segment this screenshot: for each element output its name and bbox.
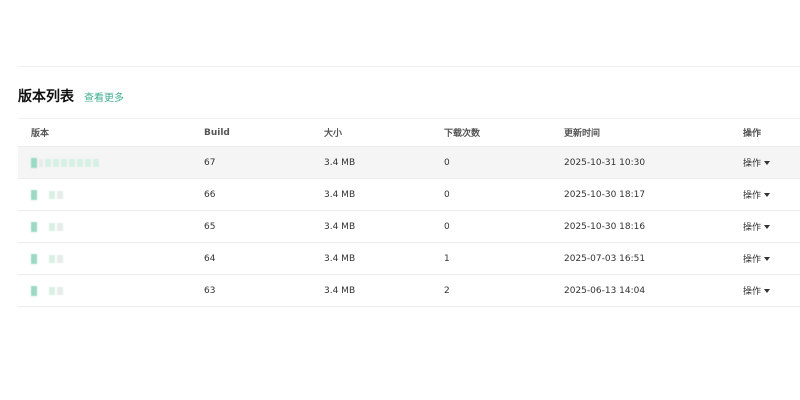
actions-cell: 操作 [743,243,771,274]
caret-down-icon [764,256,771,261]
actions-dropdown[interactable]: 操作 [743,188,771,201]
section-header: 版本列表 查看更多 [18,86,124,106]
header-build: Build [204,127,230,138]
build-cell: 67 [204,157,216,168]
actions-dropdown[interactable]: 操作 [743,220,771,233]
downloads-cell: 0 [444,189,450,200]
redacted-version-name [31,157,99,168]
actions-label: 操作 [743,223,762,233]
table-row: 67 3.4 MB 0 2025-10-31 10:30 操作 [18,147,800,179]
actions-label: 操作 [743,159,762,169]
actions-label: 操作 [743,191,762,201]
downloads-cell: 2 [444,285,450,296]
redacted-version-name [31,221,63,232]
build-cell: 66 [204,189,216,200]
size-cell: 3.4 MB [324,189,356,200]
caret-down-icon [764,288,771,293]
header-version: 版本 [31,129,50,139]
build-cell: 64 [204,253,216,264]
redacted-version-name [31,253,63,264]
header-downloads: 下载次数 [444,129,481,139]
updated-cell: 2025-10-30 18:17 [564,189,646,200]
size-cell: 3.4 MB [324,221,356,232]
header-actions: 操作 [743,129,762,139]
redacted-version-name [31,285,63,296]
updated-cell: 2025-10-31 10:30 [564,157,646,168]
version-name-redacted [31,179,63,210]
downloads-cell: 0 [444,157,450,168]
version-name-redacted [31,147,99,178]
actions-cell: 操作 [743,211,771,242]
size-cell: 3.4 MB [324,285,356,296]
version-name-redacted [31,243,63,274]
version-name-redacted [31,275,63,306]
actions-dropdown[interactable]: 操作 [743,156,771,169]
redacted-version-name [31,189,63,200]
updated-cell: 2025-06-13 14:04 [564,285,646,296]
size-cell: 3.4 MB [324,253,356,264]
caret-down-icon [764,160,771,165]
table-header-row: 版本 Build 大小 下载次数 更新时间 操作 [18,118,800,147]
header-updated: 更新时间 [564,129,601,139]
updated-cell: 2025-10-30 18:16 [564,221,646,232]
table-row: 66 3.4 MB 0 2025-10-30 18:17 操作 [18,179,800,211]
view-more-link[interactable]: 查看更多 [84,89,124,104]
caret-down-icon [764,224,771,229]
caret-down-icon [764,192,771,197]
actions-dropdown[interactable]: 操作 [743,252,771,265]
actions-cell: 操作 [743,147,771,178]
actions-cell: 操作 [743,179,771,210]
actions-dropdown[interactable]: 操作 [743,284,771,297]
version-name-redacted [31,211,63,242]
section-title: 版本列表 [18,89,74,105]
version-table: 版本 Build 大小 下载次数 更新时间 操作 67 3.4 MB 0 202… [18,118,800,307]
size-cell: 3.4 MB [324,157,356,168]
top-divider [18,66,800,67]
downloads-cell: 1 [444,253,450,264]
actions-label: 操作 [743,287,762,297]
table-row: 64 3.4 MB 1 2025-07-03 16:51 操作 [18,243,800,275]
table-row: 65 3.4 MB 0 2025-10-30 18:16 操作 [18,211,800,243]
updated-cell: 2025-07-03 16:51 [564,253,646,264]
build-cell: 65 [204,221,216,232]
header-size: 大小 [324,129,343,139]
actions-label: 操作 [743,255,762,265]
downloads-cell: 0 [444,221,450,232]
build-cell: 63 [204,285,216,296]
actions-cell: 操作 [743,275,771,306]
table-row: 63 3.4 MB 2 2025-06-13 14:04 操作 [18,275,800,307]
